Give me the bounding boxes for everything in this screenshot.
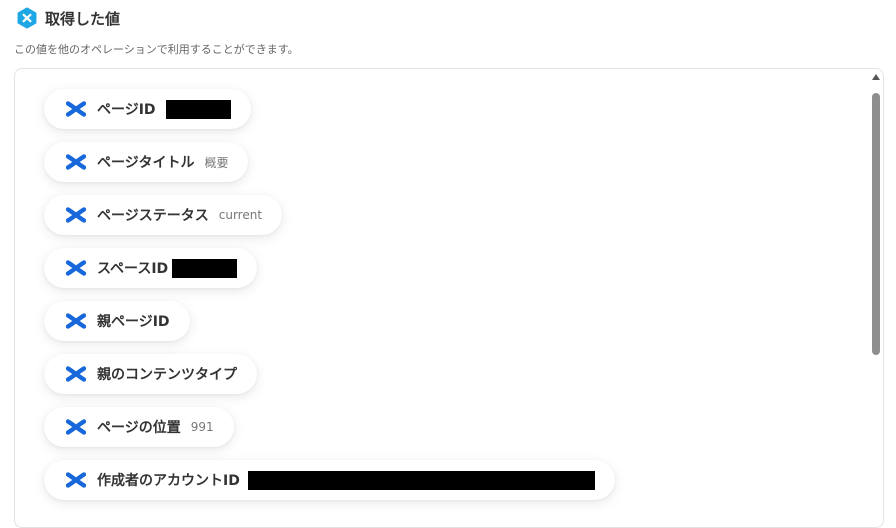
chip-label: スペースID — [97, 261, 169, 277]
confluence-icon — [66, 472, 86, 488]
redacted-value — [172, 258, 238, 278]
redacted-value — [247, 470, 595, 490]
confluence-icon — [66, 260, 86, 276]
chip-label: ページステータス — [97, 208, 209, 224]
confluence-icon — [66, 101, 86, 117]
values-list: ページID ページタイトル 概要 ページステータス current スペースID… — [15, 69, 883, 527]
value-chip-creator-account-id[interactable]: 作成者のアカウントID — [44, 460, 615, 500]
section-description: この値を他のオペレーションで利用することができます。 — [14, 43, 299, 56]
scroll-up-arrow-icon[interactable] — [872, 74, 880, 80]
values-panel: ページID ページタイトル 概要 ページステータス current スペースID… — [14, 68, 884, 528]
chip-label: ページタイトル — [97, 155, 195, 171]
hexagon-x-icon — [17, 7, 37, 29]
value-chip-page-id[interactable]: ページID — [44, 89, 251, 129]
confluence-icon — [66, 207, 86, 223]
value-chip-space-id[interactable]: スペースID — [44, 248, 258, 288]
chip-value: current — [218, 208, 263, 222]
scrollbar-thumb[interactable] — [872, 93, 880, 355]
chip-label: 親のコンテンツタイプ — [97, 367, 237, 383]
chip-label: ページの位置 — [97, 420, 181, 436]
confluence-icon — [66, 419, 86, 435]
chip-value: 991 — [190, 420, 214, 434]
confluence-icon — [66, 313, 86, 329]
value-chip-page-position[interactable]: ページの位置 991 — [44, 407, 234, 447]
redacted-value — [165, 99, 231, 119]
section-header: 取得した値 — [16, 7, 120, 29]
scrollbar[interactable] — [872, 83, 880, 523]
confluence-icon — [66, 154, 86, 170]
chip-label: ページID — [97, 102, 156, 118]
confluence-icon — [66, 366, 86, 382]
chip-label: 作成者のアカウントID — [97, 473, 240, 489]
chip-label: 親ページID — [97, 314, 170, 330]
value-chip-parent-content-type[interactable]: 親のコンテンツタイプ — [44, 354, 257, 394]
chip-value: 概要 — [204, 155, 229, 170]
value-chip-parent-page-id[interactable]: 親ページID — [44, 301, 190, 341]
value-chip-page-status[interactable]: ページステータス current — [44, 195, 283, 235]
value-chip-page-title[interactable]: ページタイトル 概要 — [44, 142, 249, 182]
section-title: 取得した値 — [45, 9, 121, 28]
